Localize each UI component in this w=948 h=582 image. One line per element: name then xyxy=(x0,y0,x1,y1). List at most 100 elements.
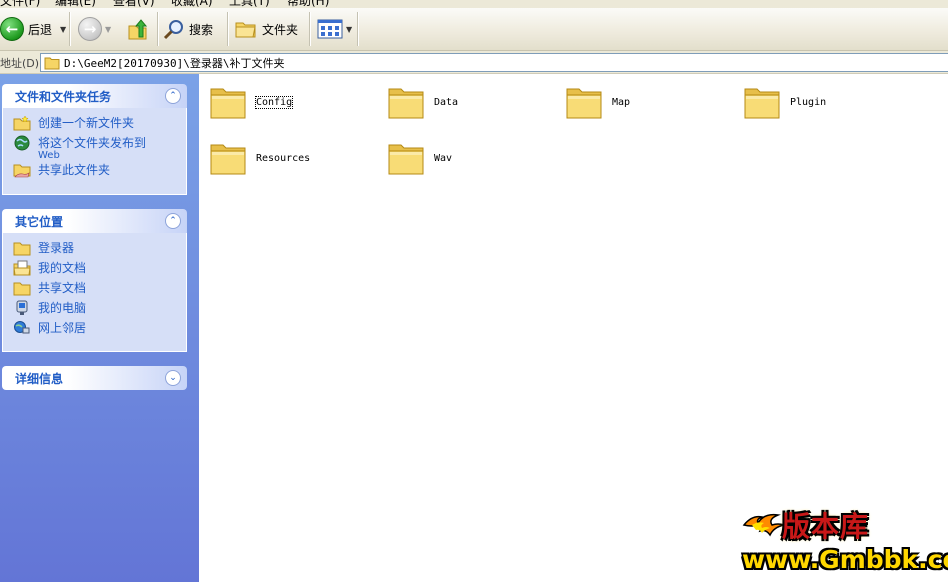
folder-icon xyxy=(566,88,602,119)
shared-documents-icon xyxy=(13,280,31,296)
folder-icon xyxy=(13,240,31,256)
back-arrow-icon: ← xyxy=(0,17,24,41)
menu-file[interactable]: 文件(F) xyxy=(0,0,40,8)
toolbar-separator xyxy=(309,12,310,46)
folder-item-data[interactable]: Data xyxy=(387,84,458,121)
menu-tools[interactable]: 工具(T) xyxy=(229,0,270,8)
places-panel-title: 其它位置 xyxy=(15,214,64,229)
watermark-logo: 版本库 www.Gmbbk.com xyxy=(742,505,948,575)
place-login-folder-label: 登录器 xyxy=(38,241,75,255)
place-network[interactable]: 网上邻居 xyxy=(13,319,186,339)
folder-label: Plugin xyxy=(790,97,827,108)
task-publish-web-text: 将这个文件夹发布到 Web xyxy=(38,134,146,161)
watermark-url: www.Gmbbk.com xyxy=(742,545,948,574)
details-panel: 详细信息 ⌄ xyxy=(2,366,187,390)
address-input[interactable]: D:\GeeM2[20170930]\登录器\补丁文件夹 xyxy=(40,53,948,72)
task-publish-web-label: 将这个文件夹发布到 xyxy=(38,136,147,150)
places-panel: 其它位置 ⌃ 登录器 我的文档 共享文档 我的电脑 网上邻居 xyxy=(2,209,187,352)
address-bar: 地址(D) D:\GeeM2[20170930]\登录器\补丁文件夹 xyxy=(0,51,948,74)
views-grid-icon xyxy=(317,19,343,39)
search-button[interactable]: 搜索 xyxy=(163,12,213,46)
menu-view[interactable]: 查看(V) xyxy=(113,0,155,8)
place-network-label: 网上邻居 xyxy=(38,321,87,335)
back-label: 后退 xyxy=(28,22,53,37)
place-login-folder[interactable]: 登录器 xyxy=(13,239,186,259)
folder-label: Wav xyxy=(434,153,453,164)
folder-label: Config xyxy=(254,96,294,109)
task-new-folder-label: 创建一个新文件夹 xyxy=(38,116,135,130)
tasks-panel-body: 创建一个新文件夹 将这个文件夹发布到 Web 共享此文件夹 xyxy=(2,108,187,195)
folder-icon xyxy=(210,88,246,119)
my-computer-icon xyxy=(13,300,31,316)
collapse-icon[interactable]: ⌃ xyxy=(165,213,181,229)
toolbar-separator xyxy=(357,12,358,46)
toolbar: ← 后退 ▼ → ▼ 搜索 文件夹 ▼ xyxy=(0,8,948,51)
folder-item-config[interactable]: Config xyxy=(209,84,294,121)
share-folder-icon xyxy=(13,162,31,178)
details-panel-header[interactable]: 详细信息 ⌄ xyxy=(2,366,187,390)
chevron-down-icon: ▼ xyxy=(346,24,353,34)
folders-icon xyxy=(235,22,256,38)
back-button[interactable]: ← 后退 xyxy=(0,12,52,46)
folder-icon xyxy=(210,144,246,175)
tasks-panel-header[interactable]: 文件和文件夹任务 ⌃ xyxy=(2,84,187,108)
folder-label: Map xyxy=(612,97,631,108)
folder-label: Data xyxy=(434,97,459,108)
task-publish-web-sub: Web xyxy=(38,150,60,161)
task-share-folder[interactable]: 共享此文件夹 xyxy=(13,161,186,181)
my-documents-icon xyxy=(13,260,31,276)
place-shared-documents-label: 共享文档 xyxy=(38,281,87,295)
expand-icon[interactable]: ⌄ xyxy=(165,370,181,386)
new-folder-icon xyxy=(13,115,31,131)
places-panel-header[interactable]: 其它位置 ⌃ xyxy=(2,209,187,233)
details-panel-title: 详细信息 xyxy=(15,371,64,386)
flame-logo-icon xyxy=(742,513,786,537)
task-new-folder[interactable]: 创建一个新文件夹 xyxy=(13,114,186,134)
folders-label: 文件夹 xyxy=(262,22,299,37)
menu-help[interactable]: 帮助(H) xyxy=(287,0,329,8)
collapse-icon[interactable]: ⌃ xyxy=(165,88,181,104)
folder-icon xyxy=(44,57,60,69)
menu-edit[interactable]: 编辑(E) xyxy=(55,0,96,8)
folder-item-resources[interactable]: Resources xyxy=(209,140,310,177)
place-my-documents[interactable]: 我的文档 xyxy=(13,259,186,279)
forward-button[interactable]: → ▼ xyxy=(78,12,111,46)
tasks-panel: 文件和文件夹任务 ⌃ 创建一个新文件夹 将这个文件夹发布到 Web 共享此文件夹 xyxy=(2,84,187,195)
network-places-icon xyxy=(13,320,31,336)
place-shared-documents[interactable]: 共享文档 xyxy=(13,279,186,299)
folder-item-plugin[interactable]: Plugin xyxy=(743,84,826,121)
chevron-down-icon: ▼ xyxy=(105,24,112,34)
chevron-down-icon: ▼ xyxy=(60,24,67,34)
place-my-documents-label: 我的文档 xyxy=(38,261,87,275)
task-pane: 文件和文件夹任务 ⌃ 创建一个新文件夹 将这个文件夹发布到 Web 共享此文件夹… xyxy=(0,74,199,582)
folder-icon xyxy=(388,88,424,119)
search-label: 搜索 xyxy=(189,22,214,37)
folder-label: Resources xyxy=(256,153,311,164)
publish-web-icon xyxy=(13,135,31,151)
folder-item-wav[interactable]: Wav xyxy=(387,140,452,177)
address-label: 地址(D) xyxy=(0,57,40,70)
address-path: D:\GeeM2[20170930]\登录器\补丁文件夹 xyxy=(64,56,285,70)
watermark-title: 版本库 xyxy=(782,510,870,543)
place-my-computer-label: 我的电脑 xyxy=(38,301,87,315)
place-my-computer[interactable]: 我的电脑 xyxy=(13,299,186,319)
folders-button[interactable]: 文件夹 xyxy=(234,12,298,46)
folder-icon xyxy=(744,88,780,119)
places-panel-body: 登录器 我的文档 共享文档 我的电脑 网上邻居 xyxy=(2,233,187,352)
menu-bar: 文件(F) 编辑(E) 查看(V) 收藏(A) 工具(T) 帮助(H) xyxy=(0,0,948,8)
folder-item-map[interactable]: Map xyxy=(565,84,630,121)
task-share-folder-label: 共享此文件夹 xyxy=(38,163,111,177)
menu-favorites[interactable]: 收藏(A) xyxy=(171,0,213,8)
forward-arrow-icon: → xyxy=(78,17,102,41)
up-folder-icon xyxy=(128,19,148,40)
back-dropdown[interactable]: ▼ xyxy=(57,12,66,46)
toolbar-separator xyxy=(157,12,158,46)
folder-icon xyxy=(388,144,424,175)
tasks-panel-title: 文件和文件夹任务 xyxy=(15,89,112,104)
toolbar-separator xyxy=(69,12,70,46)
views-button[interactable]: ▼ xyxy=(317,12,352,46)
task-publish-web[interactable]: 将这个文件夹发布到 Web xyxy=(13,134,186,161)
search-icon xyxy=(163,20,183,40)
up-folder-button[interactable] xyxy=(126,12,150,46)
toolbar-separator xyxy=(227,12,228,46)
